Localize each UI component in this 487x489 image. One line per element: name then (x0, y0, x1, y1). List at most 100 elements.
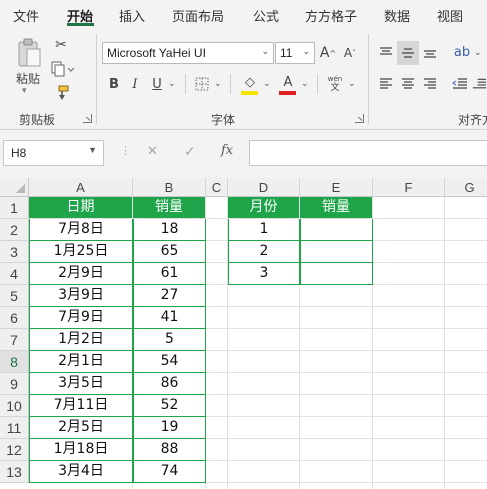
cell[interactable] (373, 307, 445, 329)
sales-cell[interactable]: 5 (133, 329, 206, 351)
cell[interactable] (300, 329, 373, 351)
table-header-cell[interactable]: 日期 (29, 197, 133, 219)
cell[interactable] (445, 373, 487, 395)
clipboard-launcher-icon[interactable] (83, 114, 92, 123)
date-cell[interactable]: 2月9日 (29, 263, 133, 285)
sales-cell[interactable]: 52 (133, 395, 206, 417)
font-launcher-icon[interactable] (355, 114, 364, 123)
cell[interactable] (445, 285, 487, 307)
date-cell[interactable]: 3月9日 (29, 285, 133, 307)
align-bottom-icon[interactable] (420, 43, 440, 63)
cell[interactable] (445, 219, 487, 241)
row-header-2[interactable]: 2 (0, 219, 29, 241)
tab-fangfang-gezi[interactable]: 方方格子 (305, 6, 357, 25)
cell[interactable] (373, 285, 445, 307)
font-size-select[interactable]: 11 ⌄ (275, 42, 315, 64)
sales-cell[interactable]: 88 (133, 439, 206, 461)
cell[interactable] (206, 197, 228, 219)
tab-formulas[interactable]: 公式 (253, 6, 279, 25)
align-left-icon[interactable] (376, 75, 396, 93)
font-color-icon[interactable]: A (280, 73, 296, 91)
cell[interactable] (445, 417, 487, 439)
tab-file[interactable]: 文件 (13, 6, 39, 25)
cell[interactable] (445, 241, 487, 263)
cell[interactable] (300, 439, 373, 461)
cell[interactable] (300, 307, 373, 329)
cell[interactable] (206, 395, 228, 417)
cell[interactable] (300, 417, 373, 439)
cell[interactable] (206, 219, 228, 241)
month-cell[interactable]: 2 (228, 241, 300, 263)
align-right-icon[interactable] (420, 75, 440, 93)
summary-sales-cell[interactable] (300, 219, 373, 241)
increase-font-size-icon[interactable]: A ^ (318, 43, 338, 63)
formula-bar-grip-icon[interactable]: ⋮ (120, 144, 131, 157)
cell[interactable] (373, 241, 445, 263)
column-header-c[interactable]: C (206, 178, 228, 197)
date-cell[interactable]: 2月1日 (29, 351, 133, 373)
column-header-f[interactable]: F (373, 178, 445, 197)
orientation-dropdown-arrow-icon[interactable]: ⌄ (474, 48, 482, 58)
sales-cell[interactable]: 61 (133, 263, 206, 285)
cell[interactable] (445, 461, 487, 483)
decrease-font-size-icon[interactable]: Aˇ (340, 43, 360, 63)
tab-view[interactable]: 视图 (437, 6, 463, 25)
tab-data[interactable]: 数据 (384, 6, 410, 25)
decrease-indent-icon[interactable] (450, 75, 470, 93)
table-header-cell[interactable]: 销量 (133, 197, 206, 219)
bold-icon[interactable]: B (106, 75, 122, 93)
row-header-5[interactable]: 5 (0, 285, 29, 307)
cell[interactable] (206, 263, 228, 285)
cell[interactable] (228, 285, 300, 307)
date-cell[interactable]: 7月9日 (29, 307, 133, 329)
name-box-dropdown-icon[interactable]: ▼ (88, 145, 97, 155)
sales-cell[interactable]: 54 (133, 351, 206, 373)
cell[interactable] (228, 307, 300, 329)
enter-icon[interactable]: ✓ (184, 144, 196, 160)
borders-icon[interactable] (192, 75, 212, 93)
cut-icon[interactable]: ✂ (52, 36, 70, 54)
cell[interactable] (29, 483, 133, 489)
cell[interactable] (373, 483, 445, 489)
column-header-a[interactable]: A (29, 178, 133, 197)
cell[interactable] (373, 351, 445, 373)
cell[interactable] (206, 417, 228, 439)
orientation-icon[interactable]: ab (452, 42, 472, 62)
cell[interactable] (206, 439, 228, 461)
summary-sales-cell[interactable] (300, 241, 373, 263)
tab-insert[interactable]: 插入 (119, 6, 145, 25)
select-all-icon[interactable] (0, 178, 29, 197)
month-cell[interactable]: 1 (228, 219, 300, 241)
insert-function-icon[interactable]: fx (221, 143, 233, 158)
row-header-4[interactable]: 4 (0, 263, 29, 285)
cell[interactable] (373, 373, 445, 395)
cell[interactable] (373, 395, 445, 417)
cell[interactable] (300, 373, 373, 395)
cell[interactable] (133, 483, 206, 489)
cell[interactable] (445, 439, 487, 461)
tab-page-layout[interactable]: 页面布局 (172, 6, 224, 25)
column-header-e[interactable]: E (300, 178, 373, 197)
date-cell[interactable]: 1月2日 (29, 329, 133, 351)
cell[interactable] (445, 351, 487, 373)
cell[interactable] (228, 439, 300, 461)
date-cell[interactable]: 7月11日 (29, 395, 133, 417)
fill-dropdown-arrow-icon[interactable]: ⌄ (263, 79, 271, 89)
worksheet-grid[interactable]: ABCDEFG 1 2 3 4 5 6 7 8 9 10 11 12 13 日期 销量 7月8日 18 1月25… (0, 178, 487, 489)
cell[interactable] (445, 483, 487, 489)
phonetic-dropdown-arrow-icon[interactable]: ⌄ (348, 79, 356, 89)
formula-input[interactable] (249, 140, 487, 166)
column-header-d[interactable]: D (228, 178, 300, 197)
increase-indent-icon[interactable] (472, 75, 487, 93)
cell[interactable] (206, 483, 228, 489)
date-cell[interactable]: 7月8日 (29, 219, 133, 241)
cell[interactable] (373, 439, 445, 461)
cancel-icon[interactable]: ✕ (147, 144, 158, 159)
cell[interactable] (373, 197, 445, 219)
italic-icon[interactable]: I (127, 75, 143, 93)
cell[interactable] (445, 197, 487, 219)
paste-label[interactable]: 粘贴 (16, 70, 40, 87)
font-color-dropdown-arrow-icon[interactable]: ⌄ (301, 79, 309, 89)
row-header-3[interactable]: 3 (0, 241, 29, 263)
font-family-select[interactable]: Microsoft YaHei UI ⌄ (102, 42, 274, 64)
